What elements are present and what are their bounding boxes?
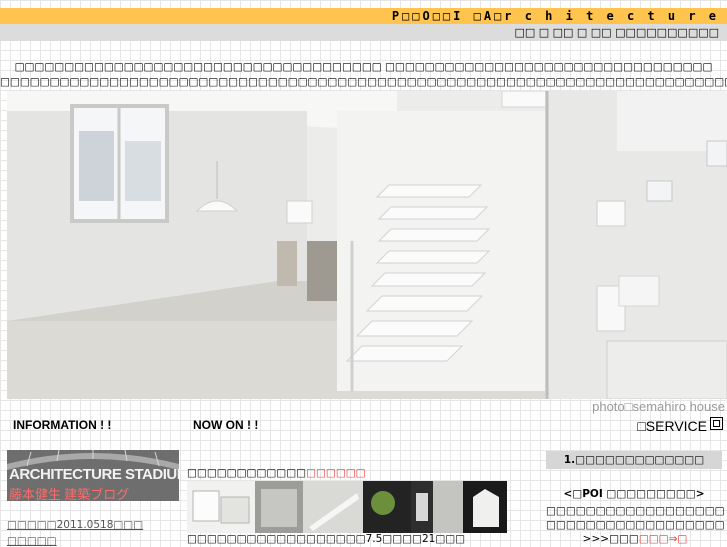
service-line-1: □□□□□□□□□□□□□□□□□□□□ □□ [546, 505, 724, 517]
hero-photo [7, 91, 727, 399]
photo-credit: photo□semahiro house [592, 399, 725, 414]
service-heading: □SERVICE [637, 417, 723, 434]
service-line-3: >>>□□□□□□⇒□ [546, 532, 724, 546]
intro-line-1: □□□□□□□□□□□□□□□□□□□□□□□□□□□□□□□□□□□□□ □□… [14, 61, 713, 73]
service-title: <□POI □□□□□□□□□> [563, 488, 705, 500]
title-bar: P□□O□□I □A□r c h i t e c t u r e [0, 8, 727, 24]
now-on-title-text: □□□□□□□□□□□□ [187, 467, 307, 479]
information-heading: INFORMATION ! ! [13, 418, 112, 432]
site-title[interactable]: P□□O□□I □A□r c h i t e c t u r e [392, 8, 719, 24]
hero-photo-interior [7, 91, 727, 399]
banner-title: ARCHITECTURE STADIUM [9, 466, 179, 483]
site-subtitle: □□ □ □□ □ □□ □□□□□□□□□□ [514, 26, 719, 39]
now-on-caption: □□□□□□□□□□□□□□□□□□7.5□□□□21□□□ [187, 533, 466, 545]
now-on-title: □□□□□□□□□□□□□□□□□□ [187, 467, 366, 479]
banner-subtitle: 藤本健生 建築ブログ [9, 487, 130, 501]
service-item-1-button[interactable]: 1.□□□□□□□□□□□□□ [546, 451, 722, 469]
subtitle-bar: □□ □ □□ □ □□ □□□□□□□□□□ [0, 24, 727, 41]
architecture-stadium-banner[interactable]: ARCHITECTURE STADIUM 藤本健生 建築ブログ [7, 450, 179, 501]
service-heading-label: □SERVICE [637, 418, 707, 434]
now-on-thumbnails [187, 481, 507, 533]
now-on-heading: NOW ON ! ! [193, 418, 259, 432]
service-line-3-prefix: >>>□□□ [582, 533, 639, 545]
blog-more-link[interactable]: □□□□□ [7, 535, 57, 547]
window-icon [710, 417, 723, 430]
blog-update-link[interactable]: □□□□□2011.0518□□□ [7, 519, 143, 531]
service-description: □□□□□□□□□□□□□□□□□□□□ □□ □□□□□□□□□□□□□□□□… [546, 504, 724, 546]
service-detail-link[interactable]: □□□⇒□ [639, 533, 687, 545]
intro-line-2: □□□□□□□□□□□□□□□□□□□□□□□□□□□□□□□□□□□□□□□□… [0, 76, 727, 88]
now-on-title-highlight[interactable]: □□□□□□ [306, 467, 366, 479]
now-on-photo-strip[interactable] [187, 481, 507, 533]
service-line-2: □□□□□□□□□□□□□□□□□□□□□□□ [546, 519, 724, 531]
